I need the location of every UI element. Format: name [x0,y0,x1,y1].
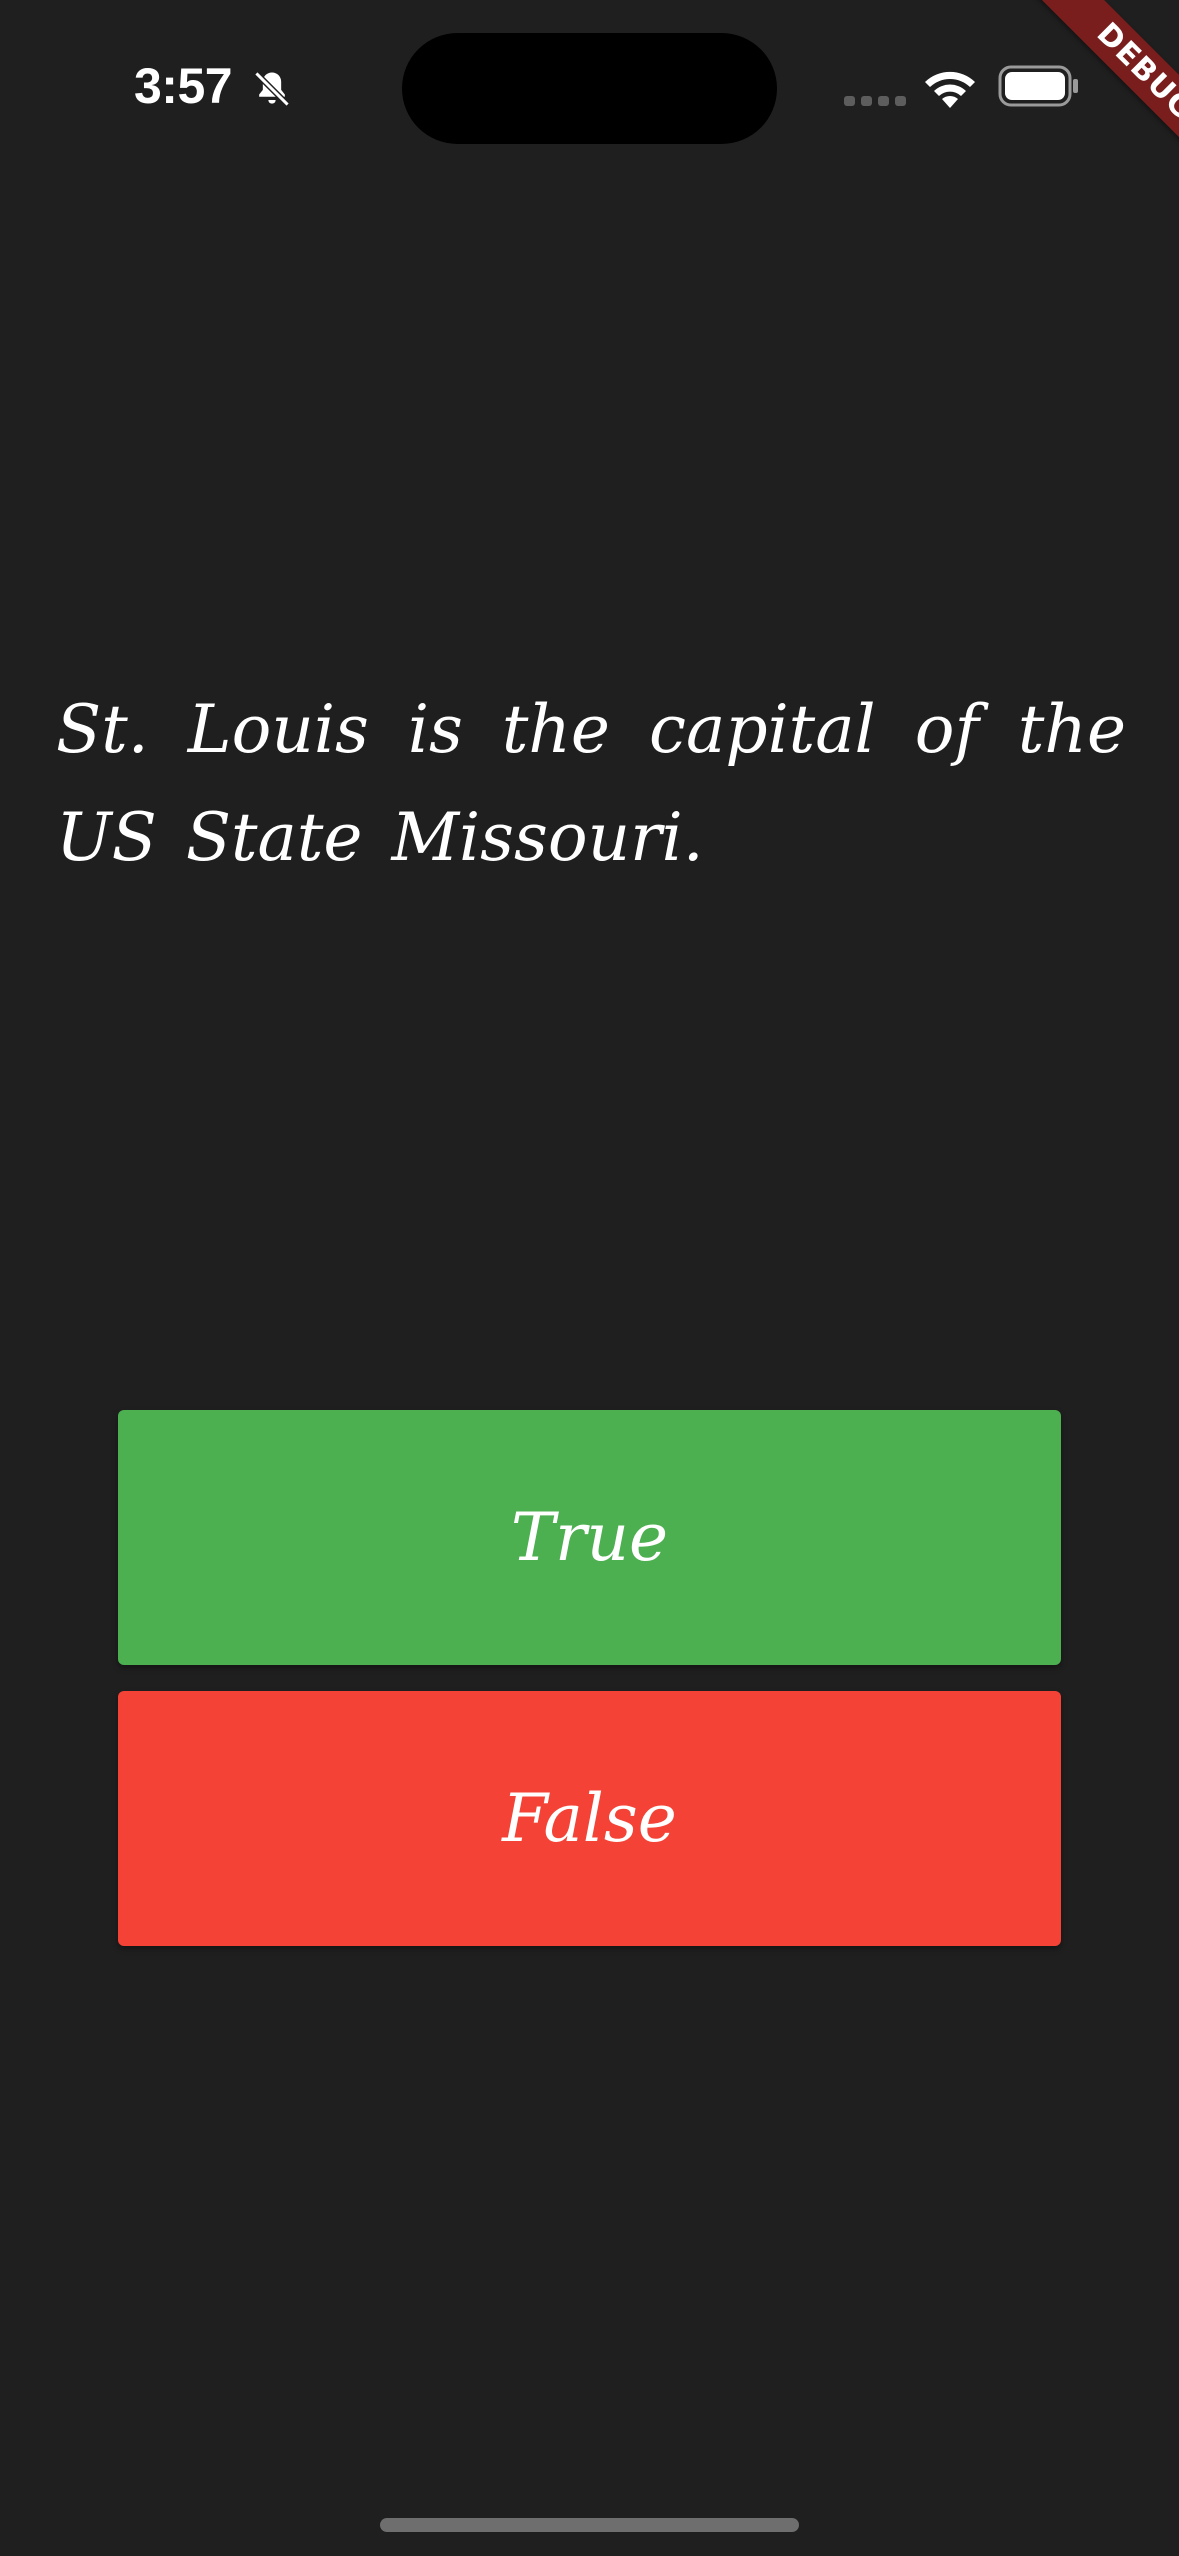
dynamic-island [402,33,777,144]
question-text: St. Louis is the capital of the US State… [56,691,1126,876]
bell-slash-icon [254,71,290,107]
wifi-icon [925,71,975,108]
home-indicator[interactable] [380,2518,799,2532]
true-button[interactable]: True [118,1410,1061,1665]
false-button-label: False [502,1780,677,1857]
false-button[interactable]: False [118,1691,1061,1946]
debug-ribbon-label: DEBUG [1030,0,1179,187]
debug-banner: DEBUG [979,0,1179,200]
cellular-signal-icon [844,96,906,106]
true-button-label: True [510,1499,669,1576]
status-time: 3:57 [134,58,233,114]
